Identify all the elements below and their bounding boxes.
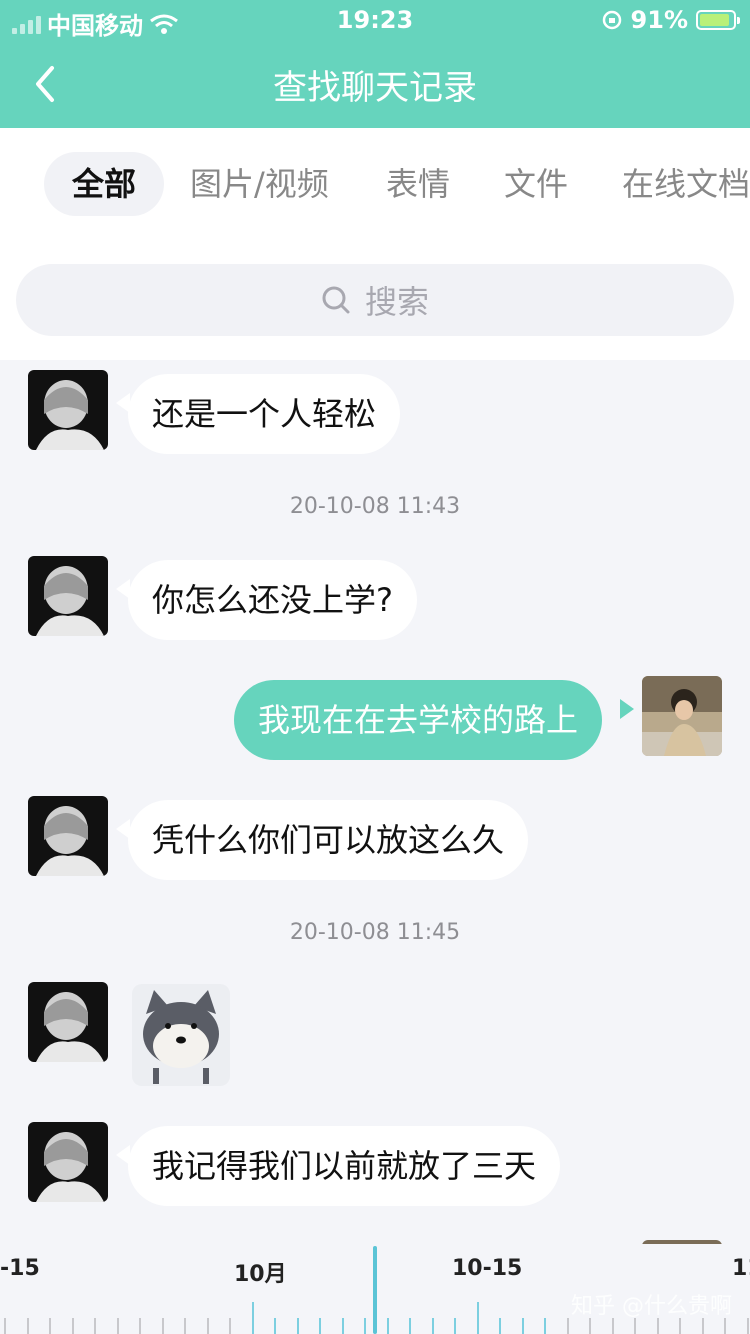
timeline-tick <box>49 1318 51 1334</box>
timeline-tick <box>94 1318 96 1334</box>
rotation-lock-icon <box>602 10 621 30</box>
message-bubble-self[interactable]: 我现在在去学校的路上 <box>234 680 603 760</box>
timeline-tick <box>544 1318 546 1334</box>
timeline-tick <box>319 1318 321 1334</box>
timeline-tick <box>431 1318 434 1334</box>
timeline-tick <box>71 1318 74 1334</box>
avatar[interactable] <box>28 1122 108 1202</box>
timeline-tick <box>746 1318 749 1334</box>
timeline-tick <box>116 1318 119 1334</box>
timeline-tick <box>251 1302 254 1334</box>
timeline-tick <box>656 1318 659 1334</box>
timeline-label: -15 <box>0 1256 40 1281</box>
timeline-tick <box>589 1318 591 1334</box>
timeline-tick <box>611 1318 614 1334</box>
timeline-tick <box>206 1318 209 1334</box>
tab-files[interactable]: 文件 <box>504 152 568 216</box>
avatar[interactable] <box>28 370 108 450</box>
timeline-tick <box>499 1318 501 1334</box>
timestamp: 20-10-08 11:45 <box>289 920 461 945</box>
timeline-tick <box>724 1318 726 1334</box>
watermark: 知乎 @什么贵啊 <box>571 1294 732 1319</box>
timeline-tick <box>679 1318 681 1334</box>
search-placeholder: 搜索 <box>364 283 429 321</box>
timeline-tick <box>341 1318 344 1334</box>
timeline-tick <box>701 1318 704 1334</box>
message-bubble[interactable]: 还是一个人轻松 <box>128 374 401 454</box>
timeline-tick <box>184 1318 186 1334</box>
tab-stickers[interactable]: 表情 <box>386 152 450 216</box>
tab-images-videos[interactable]: 图片/视频 <box>190 152 329 216</box>
timeline-tick <box>521 1318 524 1334</box>
avatar[interactable] <box>28 796 108 876</box>
timeline-cursor[interactable] <box>373 1246 377 1334</box>
page-title: 查找聊天记录 <box>273 68 477 108</box>
timeline-tick <box>409 1318 411 1334</box>
timeline-tick <box>26 1318 29 1334</box>
battery-percent: 91% <box>630 6 688 34</box>
timeline-tick <box>566 1318 569 1334</box>
avatar[interactable] <box>28 982 108 1062</box>
timeline-label: 10-15 <box>452 1256 523 1281</box>
tab-all[interactable]: 全部 <box>44 152 165 216</box>
filter-tabs: 全部 图片/视频 表情 文件 在线文档 <box>0 128 750 238</box>
message-bubble[interactable]: 你怎么还没上学? <box>128 560 417 640</box>
timeline-tick <box>386 1318 389 1334</box>
search-area: 搜索 <box>0 238 750 360</box>
timeline-tick <box>454 1318 456 1334</box>
timeline-tick <box>229 1318 231 1334</box>
status-bar: 中国移动 19:23 91% <box>0 0 750 40</box>
message-bubble[interactable]: 我记得我们以前就放了三天 <box>128 1126 561 1206</box>
timeline-tick <box>634 1318 636 1334</box>
search-icon <box>322 286 350 314</box>
timeline-tick <box>476 1302 479 1334</box>
timeline-label: 11 <box>732 1256 750 1281</box>
message-list[interactable]: 还是一个人轻松 20-10-08 11:43 你怎么还没上学? 我现在在去学校的… <box>0 360 750 1244</box>
timeline-tick <box>161 1318 164 1334</box>
timeline-label: 10月 <box>234 1262 287 1287</box>
message-bubble[interactable]: 凭什么你们可以放这么久 <box>128 800 529 880</box>
timeline-tick <box>364 1318 366 1334</box>
timeline-tick <box>274 1318 276 1334</box>
timeline-tick <box>4 1318 6 1334</box>
battery-icon <box>696 10 740 30</box>
tab-online-docs[interactable]: 在线文档 <box>622 152 750 216</box>
timestamp: 20-10-08 11:43 <box>289 494 461 519</box>
dog-sticker[interactable] <box>132 984 230 1086</box>
timeline-tick <box>139 1318 141 1334</box>
avatar[interactable] <box>28 556 108 636</box>
timeline-tick <box>296 1318 299 1334</box>
header: 中国移动 19:23 91% 查找聊天记录 <box>0 0 750 128</box>
avatar-self[interactable] <box>642 676 722 756</box>
search-input[interactable]: 搜索 <box>16 264 734 336</box>
